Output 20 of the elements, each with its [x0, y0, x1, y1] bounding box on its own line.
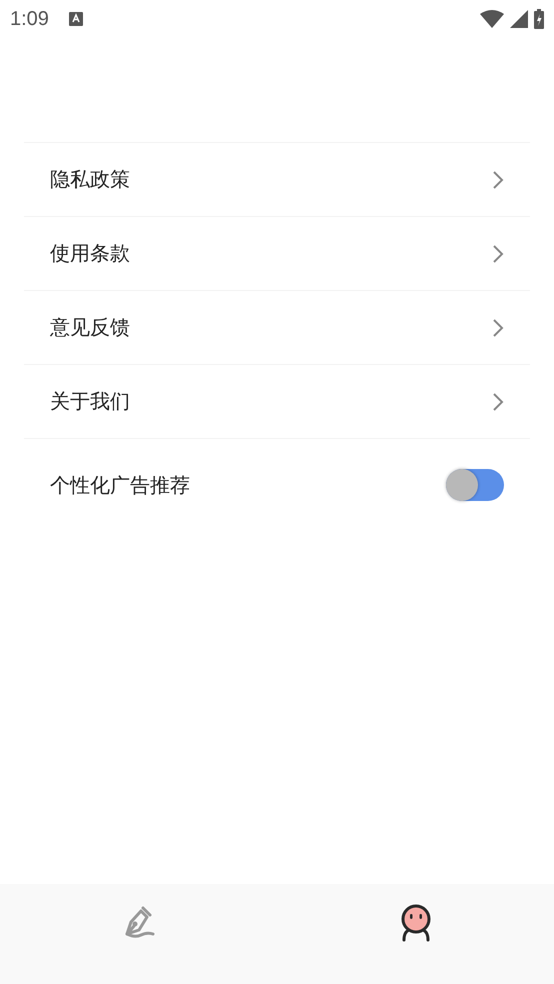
menu-item[interactable]: 意见反馈: [24, 291, 530, 365]
chevron-right-icon: [492, 244, 504, 264]
menu-label: 关于我们: [50, 388, 131, 415]
menu-item[interactable]: 隐私政策: [24, 143, 530, 217]
menu-item[interactable]: 关于我们: [24, 365, 530, 439]
menu-label: 隐私政策: [50, 166, 131, 193]
chevron-right-icon: [492, 392, 504, 412]
battery-icon: [534, 9, 544, 29]
menu-label: 个性化广告推荐: [50, 472, 191, 498]
toggle-switch[interactable]: [446, 469, 504, 501]
keyboard-icon: [68, 12, 83, 26]
status-time: 1:09: [10, 8, 49, 30]
menu-item[interactable]: 使用条款: [24, 217, 530, 291]
signal-icon: [510, 10, 528, 28]
chevron-right-icon: [492, 170, 504, 190]
menu-label: 使用条款: [50, 240, 131, 267]
face-icon[interactable]: [398, 904, 432, 944]
chevron-right-icon: [492, 318, 504, 338]
wifi-icon: [480, 10, 504, 28]
menu-label: 意见反馈: [50, 314, 131, 341]
